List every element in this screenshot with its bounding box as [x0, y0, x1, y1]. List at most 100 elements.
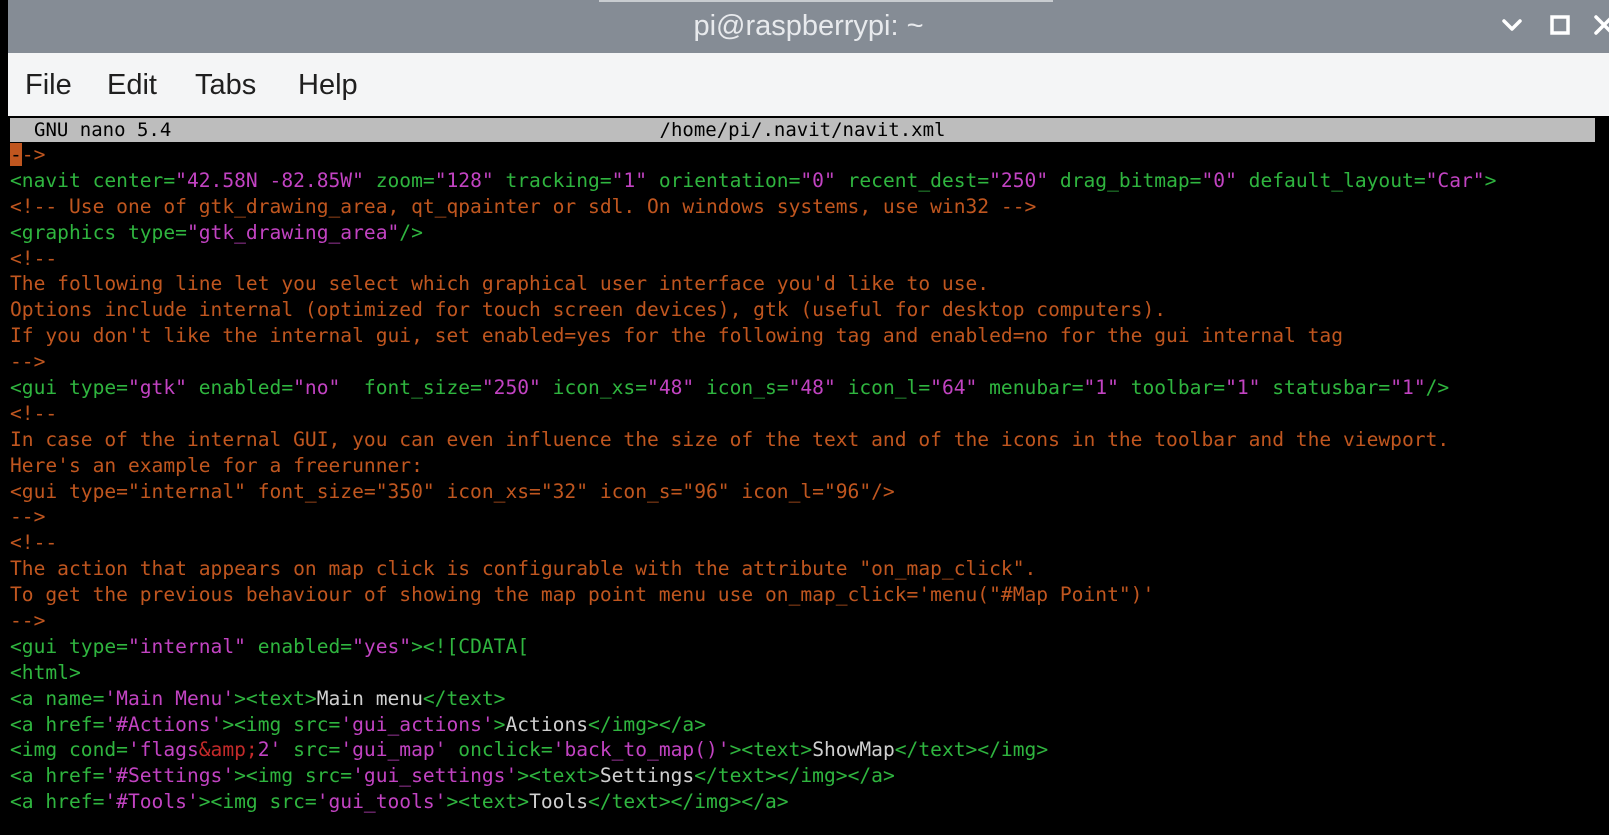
code-token: 'flags	[127, 738, 199, 762]
editor-line: -->	[10, 504, 1605, 530]
code-token: drag_bitmap=	[1048, 168, 1202, 192]
code-token: icon_l=	[835, 376, 931, 400]
code-token: <!--	[10, 246, 58, 270]
code-token: ><text>	[446, 790, 530, 814]
menu-help[interactable]: Help	[298, 68, 358, 102]
code-token: <a name=	[10, 686, 105, 710]
code-token: 'Main Menu'	[104, 686, 235, 710]
window-titlebar[interactable]: pi@raspberrypi: ~	[8, 0, 1609, 53]
code-token: "gtk_drawing_area"	[186, 220, 400, 244]
code-token: <img cond=	[10, 738, 128, 762]
code-token: </text>	[422, 686, 506, 710]
editor-line: <!--	[10, 246, 1605, 272]
code-token: Here's an example for a freerunner:	[10, 453, 423, 477]
code-token: ><img src=	[234, 764, 353, 788]
code-token: "1"	[1390, 376, 1426, 400]
editor-line: <!--	[10, 401, 1605, 427]
editor-line: -->	[10, 608, 1605, 634]
editor-line: <img cond='flags&amp;2' src='gui_map' on…	[10, 737, 1605, 763]
code-token: ><text>	[234, 686, 317, 710]
code-token: </text></img></a>	[588, 790, 789, 814]
code-token: font_size=	[340, 376, 482, 400]
code-token: Actions	[505, 712, 589, 736]
code-token: "1"	[1083, 376, 1119, 400]
code-token: >	[1484, 168, 1497, 192]
code-token: zoom=	[363, 168, 435, 192]
code-token: 'back_to_map()'	[552, 738, 730, 762]
nano-title-bar: /home/pi/.navit/navit.xml GNU nano 5.4	[10, 118, 1595, 142]
code-token: ><text>	[517, 764, 600, 788]
code-token: "128"	[434, 168, 494, 192]
code-token: &amp;	[198, 738, 258, 762]
code-token: >	[493, 712, 506, 736]
code-token: <graphics type=	[10, 220, 187, 244]
code-token: ><![CDATA[	[411, 634, 530, 658]
menubar: File Edit Tabs Help	[8, 53, 1609, 116]
titlebar-highlight	[599, 0, 1053, 2]
code-token: tracking=	[493, 168, 612, 192]
chevron-down-icon	[1502, 19, 1522, 31]
code-token: If you don't like the internal gui, set …	[10, 324, 1343, 348]
code-token: "250"	[989, 168, 1049, 192]
nano-filename: /home/pi/.navit/navit.xml	[659, 119, 946, 141]
code-token: icon_xs=	[540, 376, 648, 400]
code-token: 'gui_map'	[340, 738, 447, 762]
code-token: "1"	[1225, 376, 1261, 400]
maximize-button[interactable]	[1546, 11, 1574, 39]
code-token: orientation=	[647, 168, 801, 192]
text-cursor: -	[10, 143, 22, 166]
code-token: -->	[10, 350, 46, 374]
code-token: "0"	[800, 168, 836, 192]
code-token: </img></a>	[588, 712, 707, 736]
editor-line: -->	[10, 349, 1605, 375]
menu-tabs[interactable]: Tabs	[195, 68, 256, 102]
editor-line: <navit center="42.58N -82.85W" zoom="128…	[10, 168, 1605, 194]
editor-line: <gui type="internal" enabled="yes"><![CD…	[10, 634, 1605, 660]
code-token: statusbar=	[1260, 376, 1391, 400]
editor-line: In case of the internal GUI, you can eve…	[10, 427, 1605, 453]
code-token: <navit center=	[10, 168, 176, 192]
code-token: 'gui_actions'	[340, 712, 494, 736]
code-token: "internal"	[127, 634, 246, 658]
editor-line: If you don't like the internal gui, set …	[10, 323, 1605, 349]
editor-line: Here's an example for a freerunner:	[10, 453, 1605, 479]
code-token: To get the previous behaviour of showing…	[10, 583, 1155, 607]
code-token: />	[1425, 376, 1450, 400]
minimize-button[interactable]	[1498, 11, 1526, 39]
menu-file[interactable]: File	[25, 68, 72, 102]
code-token: toolbar=	[1118, 376, 1226, 400]
editor-line: -->	[10, 142, 1605, 168]
window-title: pi@raspberrypi: ~	[693, 10, 924, 42]
code-token: Main menu	[316, 686, 423, 710]
code-token: <a href=	[10, 712, 105, 736]
code-token: src=	[281, 738, 341, 762]
code-token: The following line let you select which …	[10, 272, 990, 296]
code-token: "48"	[788, 376, 836, 400]
code-token: "0"	[1201, 168, 1237, 192]
editor-line: <!--	[10, 530, 1605, 556]
close-icon	[1594, 15, 1609, 35]
code-token: default_layout=	[1236, 168, 1426, 192]
code-token: '#Actions'	[104, 712, 223, 736]
menu-edit[interactable]: Edit	[107, 68, 157, 102]
editor-text-area[interactable]: --> <navit center="42.58N -82.85W" zoom="…	[10, 142, 1605, 815]
code-token: "no"	[293, 376, 341, 400]
code-token: "gtk"	[127, 376, 187, 400]
close-button[interactable]	[1590, 11, 1609, 39]
terminal-area[interactable]: /home/pi/.navit/navit.xml GNU nano 5.4 -…	[8, 116, 1609, 835]
code-token: </text></img></a>	[694, 764, 895, 788]
editor-line: The action that appears on map click is …	[10, 556, 1605, 582]
code-token: ><img src=	[222, 712, 341, 736]
code-token: 'gui_settings'	[352, 764, 518, 788]
code-token: "1"	[611, 168, 648, 192]
editor-line: <a name='Main Menu'><text>Main menu</tex…	[10, 686, 1605, 712]
code-token: icon_s=	[694, 376, 789, 400]
editor-line: <gui type="internal" font_size="350" ico…	[10, 479, 1605, 505]
code-token: ShowMap	[812, 738, 895, 762]
editor-line: <a href='#Actions'><img src='gui_actions…	[10, 712, 1605, 738]
code-token: />	[399, 220, 423, 244]
editor-line: <gui type="gtk" enabled="no" font_size="…	[10, 375, 1605, 401]
code-token: "48"	[647, 376, 695, 400]
editor-line: <a href='#Settings'><img src='gui_settin…	[10, 763, 1605, 789]
code-token: Tools	[529, 790, 589, 814]
